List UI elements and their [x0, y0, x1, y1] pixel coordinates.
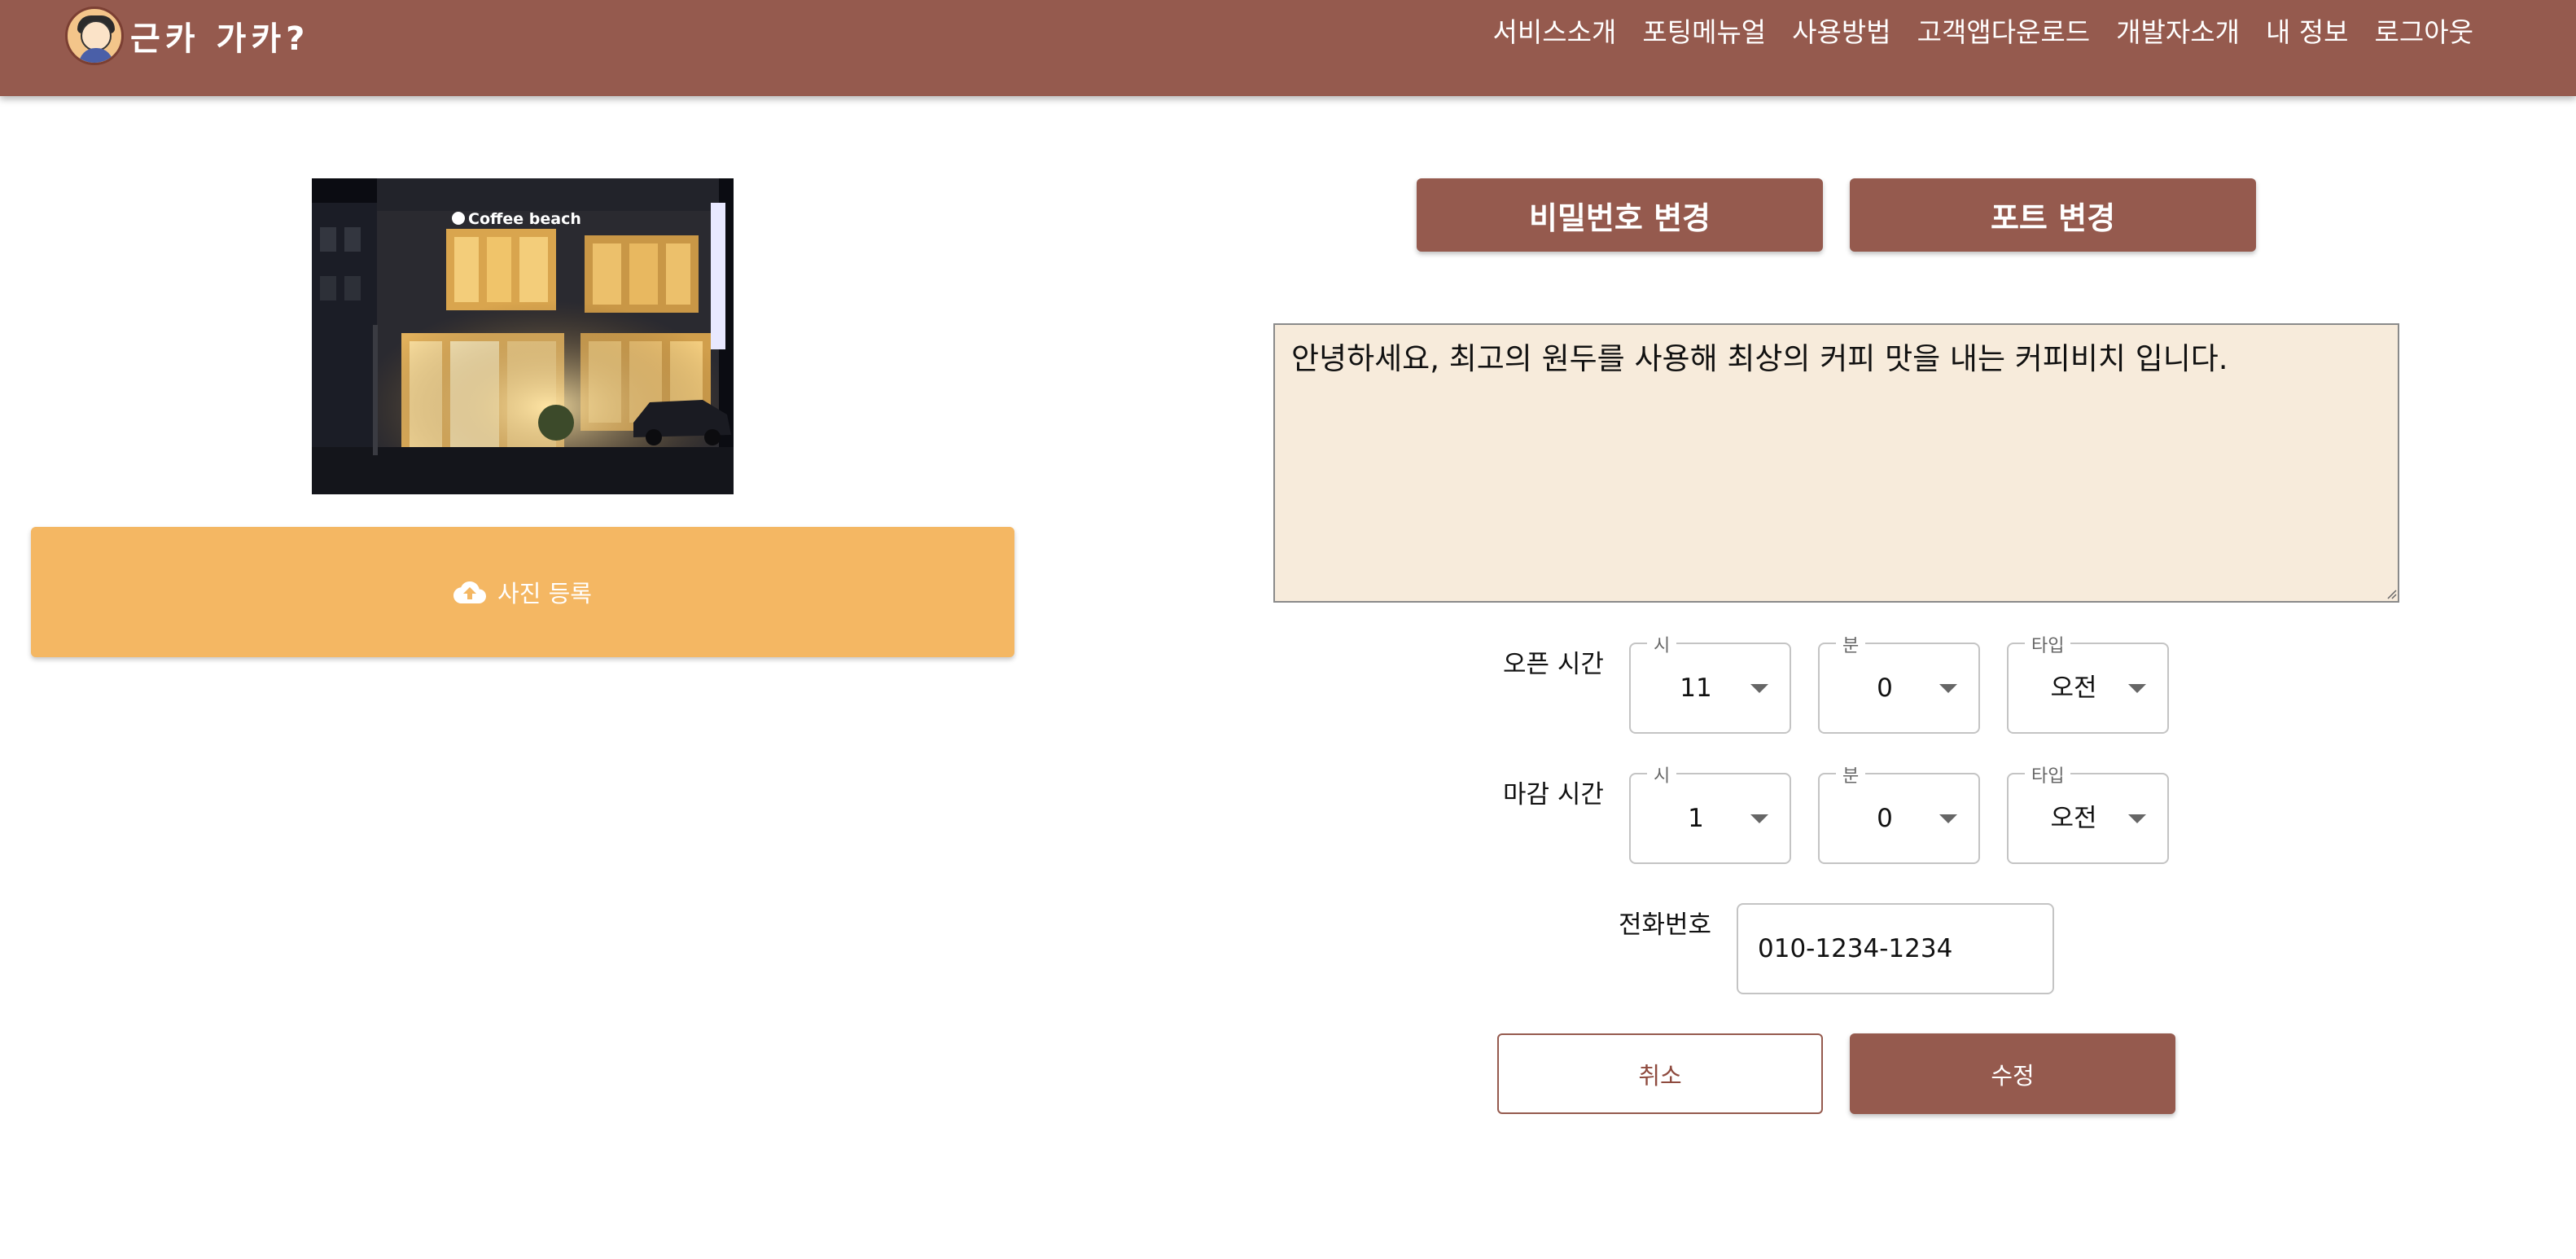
store-intro-textarea[interactable]: 안녕하세요, 최고의 원두를 사용해 최상의 커피 맛을 내는 커피비치 입니다… — [1273, 323, 2399, 603]
nav-service-intro[interactable]: 서비스소개 — [1493, 10, 1617, 55]
cloud-upload-icon — [453, 581, 487, 603]
open-type-value: 오전 — [2050, 673, 2097, 703]
chevron-down-icon — [2128, 684, 2146, 693]
avatar-character-icon — [65, 7, 124, 65]
top-nav-bar: 근카 가카? 서비스소개 포팅메뉴얼 사용방법 고객앱다운로드 개발자소개 내 … — [0, 0, 2576, 96]
chevron-down-icon — [1750, 814, 1768, 823]
close-type-select[interactable]: 타입 오전 — [2007, 761, 2169, 864]
close-type-value: 오전 — [2050, 804, 2097, 833]
chevron-down-icon — [1939, 684, 1957, 693]
open-hour-select[interactable]: 시 11 — [1629, 631, 1791, 734]
store-photo: Coffee beach — [312, 178, 734, 494]
submit-button[interactable]: 수정 — [1850, 1033, 2175, 1114]
open-type-select[interactable]: 타입 오전 — [2007, 631, 2169, 734]
chevron-down-icon — [1750, 684, 1768, 693]
nav-logout[interactable]: 로그아웃 — [2375, 10, 2473, 55]
photo-upload-button[interactable]: 사진 등록 — [31, 527, 1014, 657]
photo-upload-label: 사진 등록 — [497, 580, 592, 608]
close-hour-select[interactable]: 시 1 — [1629, 761, 1791, 864]
chevron-down-icon — [2128, 814, 2146, 823]
close-hour-value: 1 — [1688, 804, 1704, 833]
sign-text: Coffee beach — [468, 210, 581, 228]
close-minute-value: 0 — [1877, 804, 1893, 833]
change-password-button[interactable]: 비밀번호 변경 — [1417, 178, 1823, 252]
main-nav: 서비스소개 포팅메뉴얼 사용방법 고객앱다운로드 개발자소개 내 정보 로그아웃 — [1493, 10, 2473, 55]
open-minute-select[interactable]: 분 0 — [1818, 631, 1980, 734]
close-minute-select[interactable]: 분 0 — [1818, 761, 1980, 864]
phone-input[interactable] — [1737, 903, 2054, 994]
open-minute-value: 0 — [1877, 673, 1893, 703]
close-time-label: 마감 시간 — [1503, 780, 1604, 809]
nav-how-to-use[interactable]: 사용방법 — [1792, 10, 1890, 55]
chevron-down-icon — [1939, 814, 1957, 823]
phone-label: 전화번호 — [1619, 910, 1712, 940]
open-time-label: 오픈 시간 — [1503, 650, 1604, 679]
nav-customer-app-download[interactable]: 고객앱다운로드 — [1917, 10, 2091, 55]
change-point-button[interactable]: 포트 변경 — [1850, 178, 2256, 252]
logo[interactable]: 근카 가카? — [65, 5, 309, 67]
nav-developer-intro[interactable]: 개발자소개 — [2116, 10, 2240, 55]
logo-text: 근카 가카? — [130, 20, 310, 58]
resize-grip-icon[interactable] — [2385, 588, 2397, 599]
nav-porting-manual[interactable]: 포팅메뉴얼 — [1642, 10, 1766, 55]
nav-my-info[interactable]: 내 정보 — [2266, 10, 2349, 55]
open-hour-value: 11 — [1680, 673, 1712, 703]
cancel-button[interactable]: 취소 — [1497, 1033, 1823, 1114]
